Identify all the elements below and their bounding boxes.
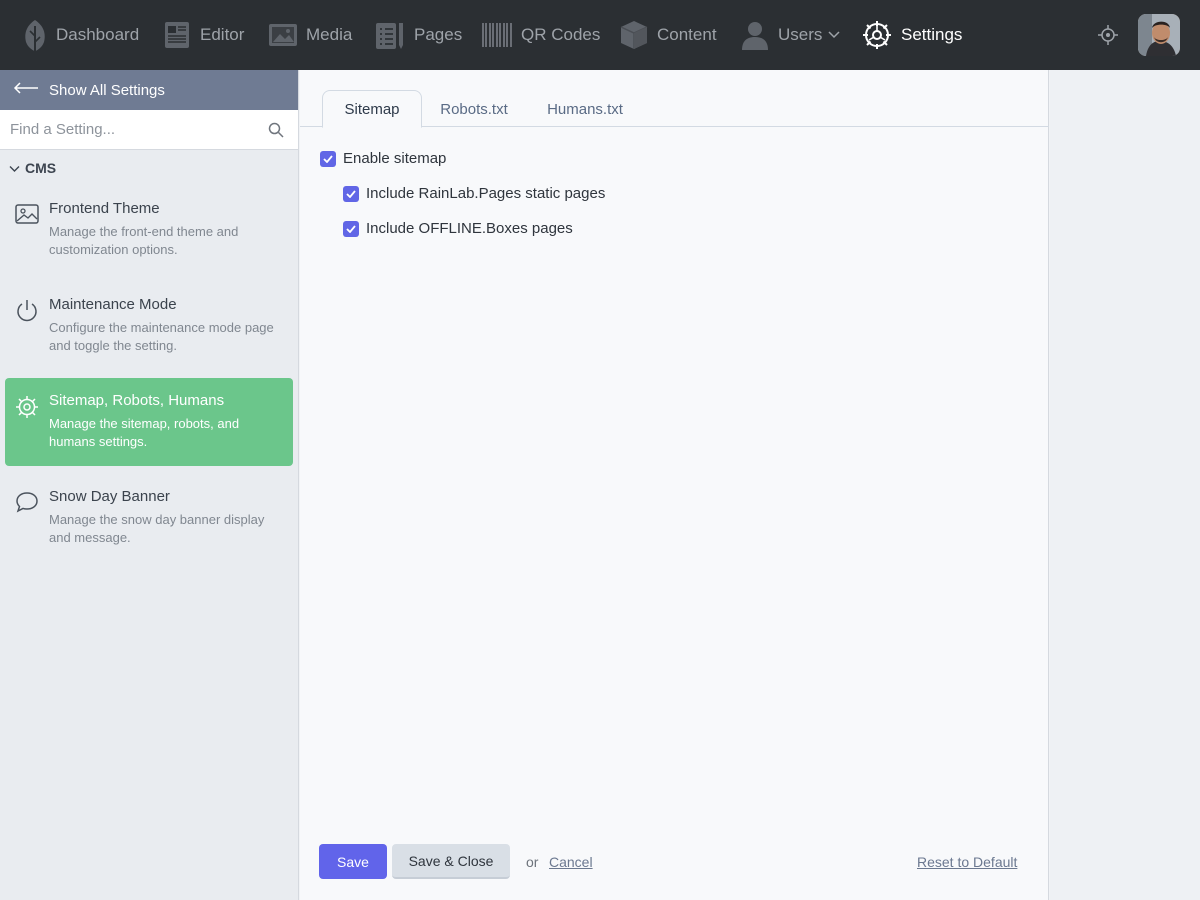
sidebar-item-description: Manage the front-end theme and customiza…	[49, 224, 239, 257]
nav-qr-codes[interactable]: QR Codes	[481, 0, 600, 70]
sidebar-item-sitemap-robots-humans[interactable]: Sitemap, Robots, Humans Manage the sitem…	[5, 378, 293, 466]
image-icon	[268, 21, 298, 49]
nav-dashboard[interactable]: Dashboard	[22, 0, 139, 70]
pages-icon	[374, 19, 406, 51]
sidebar-item-title: Frontend Theme	[49, 200, 160, 217]
barcode-icon	[481, 21, 513, 49]
chevron-down-icon	[9, 160, 20, 176]
locate-button[interactable]	[1098, 0, 1118, 70]
settings-sidebar: Show All Settings CMS Frontend Theme Man…	[0, 70, 299, 900]
sidebar-item-description: Configure the maintenance mode page and …	[49, 320, 274, 353]
speech-bubble-icon	[15, 491, 39, 518]
sidebar-item-description: Manage the snow day banner display and m…	[49, 512, 265, 545]
leaf-icon	[22, 18, 48, 52]
nav-editor[interactable]: Editor	[162, 0, 244, 70]
show-all-settings-button[interactable]: Show All Settings	[0, 70, 298, 110]
tab-sitemap[interactable]: Sitemap	[322, 90, 422, 128]
settings-search	[0, 110, 298, 150]
include-static-pages-checkbox[interactable]	[343, 185, 359, 202]
arrow-left-icon	[13, 81, 39, 99]
avatar[interactable]	[1138, 14, 1180, 56]
save-and-close-button[interactable]: Save & Close	[392, 844, 510, 879]
nav-qr-codes-label: QR Codes	[521, 25, 601, 44]
newspaper-icon	[162, 20, 192, 50]
power-icon	[15, 299, 39, 328]
include-static-pages-field: Include RainLab.Pages static pages	[343, 185, 605, 202]
include-static-pages-label: Include RainLab.Pages static pages	[366, 185, 606, 202]
tab-label: Sitemap	[344, 100, 400, 118]
image-icon	[15, 203, 39, 230]
save-button[interactable]: Save	[319, 844, 387, 879]
crosshair-icon	[1098, 25, 1118, 45]
checkmark-icon	[323, 154, 333, 163]
nav-content-label: Content	[657, 25, 717, 44]
tab-label: Robots.txt	[440, 100, 508, 118]
reset-to-default-link[interactable]: Reset to Default	[917, 854, 1017, 870]
nav-settings-label: Settings	[901, 25, 963, 44]
include-boxes-pages-checkbox[interactable]	[343, 220, 359, 237]
sidebar-item-frontend-theme[interactable]: Frontend Theme Manage the front-end them…	[5, 186, 293, 274]
sidebar-item-title: Snow Day Banner	[49, 488, 170, 505]
search-input[interactable]	[0, 110, 250, 149]
top-navigation: Dashboard Editor Media Pages QR Codes Co…	[0, 0, 1200, 70]
chevron-down-icon	[828, 31, 840, 39]
nav-editor-label: Editor	[200, 25, 245, 44]
sidebar-item-snow-day-banner[interactable]: Snow Day Banner Manage the snow day bann…	[5, 474, 293, 562]
gear-icon	[15, 395, 39, 424]
right-side-panel	[1050, 70, 1200, 900]
cancel-link[interactable]: Cancel	[549, 854, 593, 870]
nav-users[interactable]: Users	[740, 0, 840, 70]
user-icon	[740, 20, 770, 50]
nav-dashboard-label: Dashboard	[56, 25, 140, 44]
nav-media-label: Media	[306, 25, 353, 44]
sidebar-item-title: Maintenance Mode	[49, 296, 177, 313]
tab-bar: Sitemap Robots.txt Humans.txt	[300, 70, 1049, 128]
include-boxes-pages-field: Include OFFLINE.Boxes pages	[343, 220, 573, 237]
sidebar-item-maintenance-mode[interactable]: Maintenance Mode Configure the maintenan…	[5, 282, 293, 370]
nav-users-label: Users	[778, 25, 823, 44]
enable-sitemap-field: Enable sitemap	[320, 150, 446, 167]
search-icon[interactable]	[268, 122, 284, 143]
nav-content[interactable]: Content	[619, 0, 717, 70]
enable-sitemap-label: Enable sitemap	[343, 150, 447, 167]
tab-label: Humans.txt	[547, 100, 623, 118]
sidebar-item-title: Sitemap, Robots, Humans	[49, 392, 225, 409]
nav-pages-label: Pages	[414, 25, 463, 44]
show-all-settings-label: Show All Settings	[49, 81, 165, 99]
enable-sitemap-checkbox[interactable]	[320, 150, 336, 167]
nav-settings[interactable]: Settings	[861, 0, 962, 70]
include-boxes-pages-label: Include OFFLINE.Boxes pages	[366, 220, 573, 237]
nav-pages[interactable]: Pages	[374, 0, 462, 70]
gear-icon	[861, 19, 893, 51]
nav-media[interactable]: Media	[268, 0, 352, 70]
checkmark-icon	[346, 224, 356, 233]
tab-humans-txt[interactable]: Humans.txt	[532, 90, 638, 128]
group-cms-header[interactable]: CMS	[0, 150, 298, 186]
tab-robots-txt[interactable]: Robots.txt	[426, 90, 522, 128]
cube-icon	[619, 19, 649, 51]
sidebar-item-description: Manage the sitemap, robots, and humans s…	[49, 416, 240, 449]
or-separator: or	[526, 854, 539, 870]
checkmark-icon	[346, 189, 356, 198]
group-cms-label: CMS	[25, 160, 57, 176]
settings-form-panel: Sitemap Robots.txt Humans.txt Enable sit…	[300, 70, 1049, 900]
